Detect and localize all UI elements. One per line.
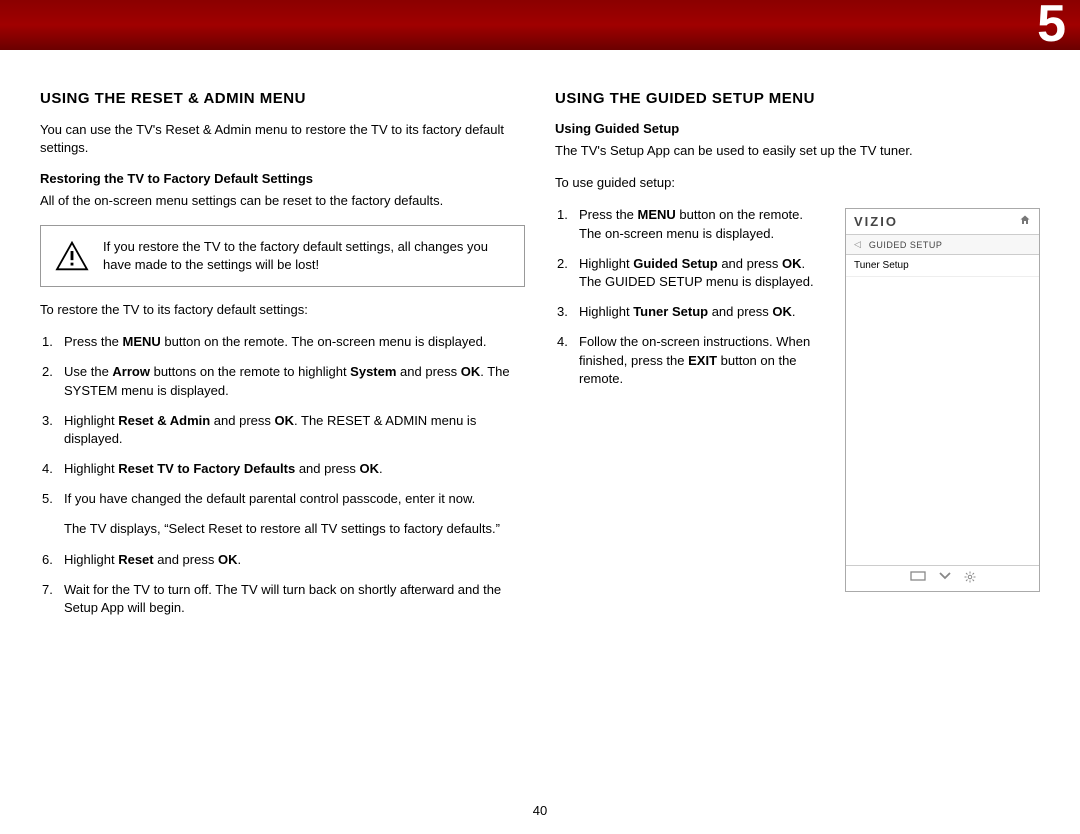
chapter-number: 5	[1037, 0, 1066, 54]
right-step-3: Highlight Tuner Setup and press OK.	[555, 303, 827, 321]
right-step-2: Highlight Guided Setup and press OK. The…	[555, 255, 827, 291]
tv-crumb-text: GUIDED SETUP	[869, 240, 943, 250]
left-step-2: Use the Arrow buttons on the remote to h…	[40, 363, 525, 399]
right-split: Press the MENU button on the remote. The…	[555, 206, 1040, 592]
left-subheading: Restoring the TV to Factory Default Sett…	[40, 171, 525, 186]
back-arrow-icon: ◁	[854, 239, 861, 250]
left-intro: You can use the TV's Reset & Admin menu …	[40, 121, 525, 157]
left-step-4: Highlight Reset TV to Factory Defaults a…	[40, 460, 525, 478]
page-number: 40	[0, 803, 1080, 818]
left-column: USING THE RESET & ADMIN MENU You can use…	[40, 90, 525, 629]
warning-icon	[55, 241, 89, 271]
header-bar: 5	[0, 0, 1080, 50]
right-column: USING THE GUIDED SETUP MENU Using Guided…	[555, 90, 1040, 629]
left-step-5: If you have changed the default parental…	[40, 490, 525, 538]
restore-intro: To restore the TV to its factory default…	[40, 301, 525, 319]
left-heading: USING THE RESET & ADMIN MENU	[40, 90, 525, 107]
right-subheading: Using Guided Setup	[555, 121, 1040, 136]
left-step-7: Wait for the TV to turn off. The TV will…	[40, 581, 525, 617]
tv-menu-item-tuner: Tuner Setup	[846, 255, 1039, 277]
right-step-1: Press the MENU button on the remote. The…	[555, 206, 827, 242]
right-steps-wrap: Press the MENU button on the remote. The…	[555, 206, 827, 592]
right-intro: The TV's Setup App can be used to easily…	[555, 142, 1040, 160]
home-icon	[1019, 214, 1031, 229]
right-steps: Press the MENU button on the remote. The…	[555, 206, 827, 388]
tv-footer	[846, 565, 1039, 591]
left-subintro: All of the on-screen menu settings can b…	[40, 192, 525, 210]
gear-icon	[964, 571, 976, 586]
tv-breadcrumb: ◁ GUIDED SETUP	[846, 234, 1039, 255]
tv-menu-screenshot: VIZIO ◁ GUIDED SETUP Tuner Setup	[845, 208, 1040, 592]
chevron-down-icon	[938, 571, 952, 586]
right-use-intro: To use guided setup:	[555, 174, 1040, 192]
left-step-1: Press the MENU button on the remote. The…	[40, 333, 525, 351]
wide-icon	[910, 571, 926, 586]
right-step-4: Follow the on-screen instructions. When …	[555, 333, 827, 388]
content: USING THE RESET & ADMIN MENU You can use…	[0, 50, 1080, 629]
warning-box: If you restore the TV to the factory def…	[40, 225, 525, 287]
left-step-6: Highlight Reset and press OK.	[40, 551, 525, 569]
left-step-3: Highlight Reset & Admin and press OK. Th…	[40, 412, 525, 448]
tv-body	[846, 277, 1039, 565]
warning-text: If you restore the TV to the factory def…	[103, 238, 510, 274]
tv-header: VIZIO	[846, 209, 1039, 234]
vizio-logo: VIZIO	[854, 214, 898, 229]
left-steps: Press the MENU button on the remote. The…	[40, 333, 525, 617]
right-heading: USING THE GUIDED SETUP MENU	[555, 90, 1040, 107]
